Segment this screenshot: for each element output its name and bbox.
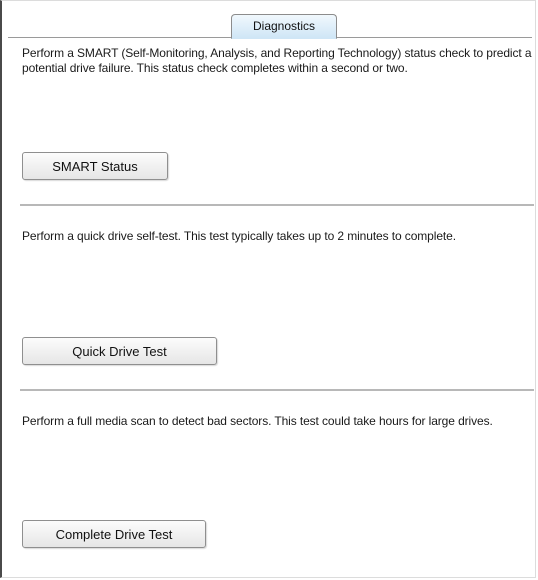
tab-bar: Diagnostics: [2, 9, 538, 41]
smart-section: Perform a SMART (Self-Monitoring, Analys…: [22, 46, 534, 76]
complete-drive-test-button[interactable]: Complete Drive Test: [22, 520, 206, 548]
quick-test-section: Perform a quick drive self-test. This te…: [22, 229, 534, 244]
diagnostics-panel: Diagnostics Perform a SMART (Self-Monito…: [0, 0, 536, 578]
tab-diagnostics[interactable]: Diagnostics: [231, 14, 337, 39]
smart-status-button[interactable]: SMART Status: [22, 152, 168, 180]
section-divider: [20, 389, 534, 391]
quick-test-description: Perform a quick drive self-test. This te…: [22, 229, 456, 243]
section-divider: [20, 204, 534, 206]
smart-description: Perform a SMART (Self-Monitoring, Analys…: [22, 46, 532, 75]
complete-test-section: Perform a full media scan to detect bad …: [22, 414, 534, 429]
complete-test-description: Perform a full media scan to detect bad …: [22, 414, 493, 428]
quick-drive-test-button[interactable]: Quick Drive Test: [22, 337, 217, 365]
